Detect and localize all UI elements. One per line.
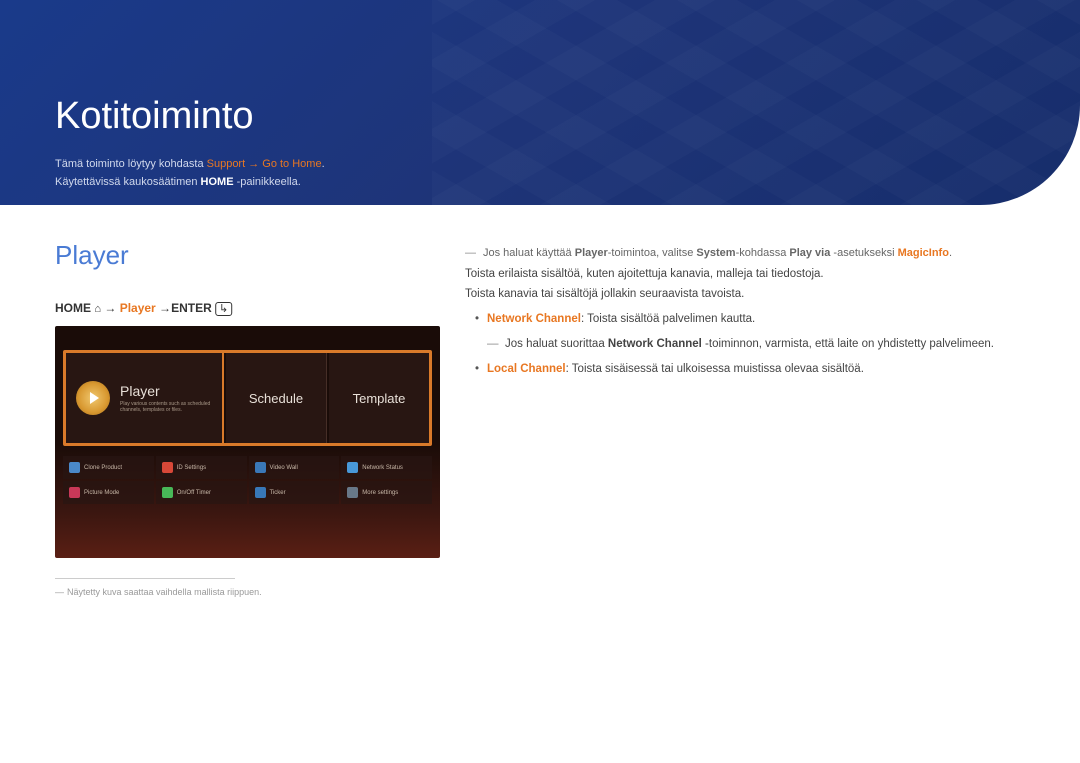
tile-template: Template xyxy=(329,353,429,443)
button-grid: Clone Product ID Settings Video Wall Net… xyxy=(63,456,432,504)
network-icon xyxy=(347,462,358,473)
btn-video-wall: Video Wall xyxy=(249,456,340,479)
btn-network-status: Network Status xyxy=(341,456,432,479)
play-icon xyxy=(76,381,110,415)
tile-schedule: Schedule xyxy=(226,353,327,443)
screenshot-footnote: Näytetty kuva saattaa vaihdella mallista… xyxy=(55,587,440,597)
tile-player: Player Play various contents such as sch… xyxy=(66,353,224,443)
btn-more-settings: More settings xyxy=(341,481,432,504)
btn-clone-product: Clone Product xyxy=(63,456,154,479)
tile-row: Player Play various contents such as sch… xyxy=(63,350,432,446)
home-icon xyxy=(94,301,101,315)
right-column: Jos haluat käyttää Player-toimintoa, val… xyxy=(465,240,1025,597)
id-icon xyxy=(162,462,173,473)
enter-icon xyxy=(215,301,232,315)
page-content: Player HOME → Player →ENTER Player Play … xyxy=(0,205,1080,632)
section-title-player: Player xyxy=(55,240,440,271)
channel-list: Network Channel: Toista sisältöä palveli… xyxy=(465,309,1025,379)
chapter-banner: Kotitoiminto Tämä toiminto löytyy kohdas… xyxy=(0,0,1080,205)
ticker-icon xyxy=(255,487,266,498)
clone-icon xyxy=(69,462,80,473)
li-network-channel: Network Channel: Toista sisältöä palveli… xyxy=(465,309,1025,354)
btn-picture-mode: Picture Mode xyxy=(63,481,154,504)
li-network-note: Jos haluat suorittaa Network Channel -to… xyxy=(487,334,1025,355)
banner-path-highlight: Support → Go to Home xyxy=(207,158,322,170)
btn-ticker: Ticker xyxy=(249,481,340,504)
timer-icon xyxy=(162,487,173,498)
chapter-title: Kotitoiminto xyxy=(55,95,1025,138)
banner-line2: Käytettävissä kaukosäätimen HOME -painik… xyxy=(55,174,1025,192)
more-icon xyxy=(347,487,358,498)
footnote-rule xyxy=(55,578,235,579)
btn-onoff-timer: On/Off Timer xyxy=(156,481,247,504)
videowall-icon xyxy=(255,462,266,473)
device-screenshot: Player Play various contents such as sch… xyxy=(55,326,440,558)
picture-icon xyxy=(69,487,80,498)
menu-path: HOME → Player →ENTER xyxy=(55,301,440,316)
paragraph-2: Toista kanavia tai sisältöjä jollakin se… xyxy=(465,284,1025,305)
banner-line1: Tämä toiminto löytyy kohdasta Support → … xyxy=(55,156,1025,174)
note-magicinfo: Jos haluat käyttää Player-toimintoa, val… xyxy=(465,244,1025,264)
li-local-channel: Local Channel: Toista sisäisessä tai ulk… xyxy=(465,359,1025,380)
paragraph-1: Toista erilaista sisältöä, kuten ajoitet… xyxy=(465,264,1025,285)
btn-id-settings: ID Settings xyxy=(156,456,247,479)
left-column: Player HOME → Player →ENTER Player Play … xyxy=(55,240,440,597)
